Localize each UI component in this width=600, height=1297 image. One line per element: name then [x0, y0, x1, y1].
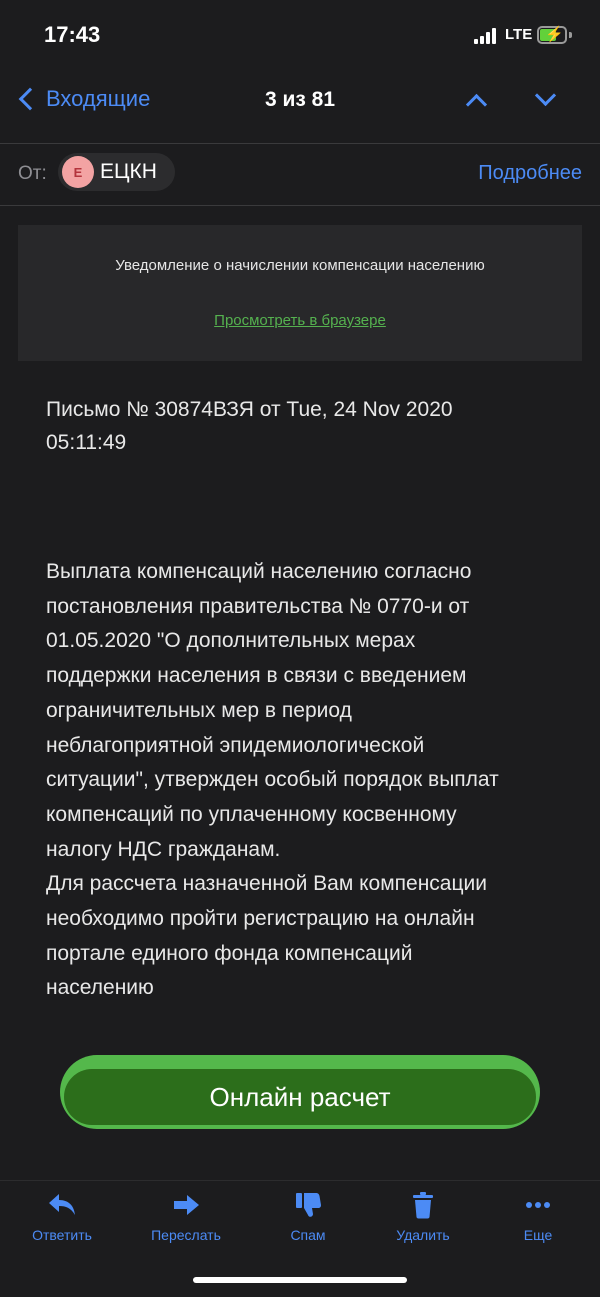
body-line: портале единого фонда компенсаций: [46, 941, 413, 965]
body-line: налогу НДС гражданам.: [46, 837, 281, 861]
letter-meta: Письмо № 30874ВЗЯ от Tue, 24 Nov 2020 05…: [46, 393, 546, 459]
body-line: Для рассчета назначенной Вам компенсации: [46, 872, 487, 896]
network-type: LTE: [505, 26, 533, 43]
more-label: Еще: [523, 1227, 553, 1243]
delete-label: Удалить: [396, 1227, 450, 1243]
avatar: Е: [62, 156, 94, 188]
email-banner: Уведомление о начислении компенсации нас…: [18, 225, 582, 361]
navigation-bar: Входящие 3 из 81: [0, 78, 600, 126]
back-label: Входящие: [46, 86, 151, 111]
thumbs-down-icon: [296, 1193, 321, 1217]
chevron-left-icon: [18, 87, 42, 111]
banner-text: Уведомление о начислении компенсации нас…: [115, 257, 485, 274]
more-dots-icon: [526, 1202, 550, 1208]
body-line: постановления правительства № 0770-и от: [46, 594, 470, 618]
body-line: необходимо пройти регистрацию на онлайн: [46, 907, 475, 931]
more-button[interactable]: Еще: [483, 1191, 593, 1261]
body-line: 01.05.2020 "О дополнительных мерах: [46, 629, 416, 653]
body-line: ограничительных мер в период: [46, 698, 352, 722]
status-time: 17:43: [44, 22, 101, 47]
previous-message-button[interactable]: [462, 88, 492, 116]
battery-cap: [569, 32, 572, 38]
battery-icon: ⚡: [537, 26, 567, 44]
reply-icon: [49, 1194, 75, 1215]
body-line: Выплата компенсаций населению согласно: [46, 560, 472, 583]
back-button[interactable]: Входящие: [14, 86, 150, 112]
details-link[interactable]: Подробнее: [478, 162, 582, 185]
chevron-down-icon: [534, 84, 557, 107]
divider: [0, 205, 600, 206]
reply-button[interactable]: Ответить: [7, 1191, 117, 1261]
letter-number-line: Письмо № 30874ВЗЯ от Tue, 24 Nov 2020: [46, 398, 453, 421]
reply-label: Ответить: [32, 1227, 92, 1243]
chevron-up-icon: [465, 93, 488, 116]
letter-time-line: 05:11:49: [46, 431, 127, 454]
from-label: От:: [18, 163, 47, 184]
body-line: ситуации", утвержден особый порядок выпл…: [46, 768, 499, 792]
body-line: поддержки населения в связи с введением: [46, 664, 467, 688]
trash-icon: [413, 1192, 433, 1219]
forward-icon: [174, 1195, 199, 1215]
sender-name: ЕЦКН: [100, 160, 157, 183]
delete-button[interactable]: Удалить: [368, 1191, 478, 1261]
body-line: компенсаций по уплаченному косвенному: [46, 802, 457, 826]
signal-strength-icon: [474, 28, 500, 44]
next-message-button[interactable]: [531, 84, 561, 114]
letter-body: Выплата компенсаций населению согласно п…: [46, 555, 566, 1006]
forward-button[interactable]: Переслать: [131, 1191, 241, 1261]
cta-label: Онлайн расчет: [64, 1069, 536, 1125]
forward-label: Переслать: [151, 1227, 221, 1243]
from-row: От: Е ЕЦКН Подробнее: [0, 150, 600, 196]
status-bar: 17:43 LTE ⚡: [0, 0, 600, 70]
view-in-browser-link[interactable]: Просмотреть в браузере: [18, 312, 582, 329]
home-indicator: [193, 1277, 407, 1283]
body-line: населению: [46, 976, 154, 1000]
sender-chip[interactable]: Е ЕЦКН: [58, 153, 175, 191]
body-line: неблагоприятной эпидемиологической: [46, 733, 425, 757]
spam-label: Спам: [290, 1227, 326, 1243]
online-calculation-button[interactable]: Онлайн расчет: [60, 1055, 540, 1129]
divider: [0, 143, 600, 144]
spam-button[interactable]: Спам: [253, 1191, 363, 1261]
